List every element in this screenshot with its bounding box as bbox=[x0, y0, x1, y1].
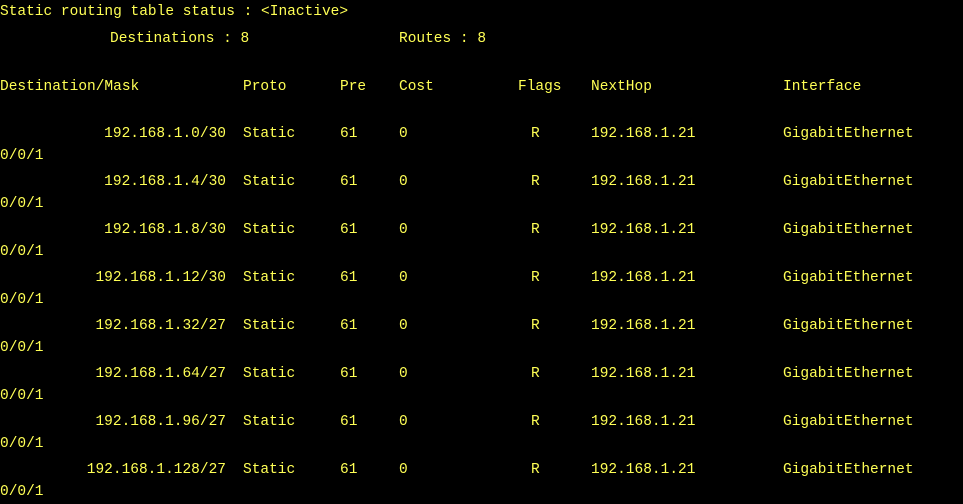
route-flags: R bbox=[531, 222, 540, 238]
route-flags: R bbox=[531, 126, 540, 142]
route-nexthop: 192.168.1.21 bbox=[591, 414, 696, 430]
route-cost: 0 bbox=[399, 126, 408, 142]
route-nexthop: 192.168.1.21 bbox=[591, 318, 696, 334]
route-flags: R bbox=[531, 174, 540, 190]
route-destination: 192.168.1.0/30 bbox=[104, 126, 226, 142]
header-cost: Cost bbox=[399, 79, 434, 95]
route-interface-port: 0/0/1 bbox=[0, 436, 44, 452]
route-cost: 0 bbox=[399, 318, 408, 334]
route-destination: 192.168.1.64/27 bbox=[95, 366, 226, 382]
route-interface-port: 0/0/1 bbox=[0, 292, 44, 308]
route-pre: 61 bbox=[340, 174, 358, 190]
route-nexthop: 192.168.1.21 bbox=[591, 462, 696, 478]
route-destination: 192.168.1.8/30 bbox=[104, 222, 226, 238]
route-interface: GigabitEthernet bbox=[783, 366, 914, 382]
route-pre: 61 bbox=[340, 270, 358, 286]
route-cost: 0 bbox=[399, 270, 408, 286]
route-flags: R bbox=[531, 414, 540, 430]
route-nexthop: 192.168.1.21 bbox=[591, 126, 696, 142]
route-nexthop: 192.168.1.21 bbox=[591, 174, 696, 190]
status-text: Static routing table status : <Inactive> bbox=[0, 4, 349, 20]
status-line: Static routing table status : <Inactive> bbox=[0, 0, 348, 24]
route-flags: R bbox=[531, 462, 540, 478]
destinations-count: Destinations : 8 bbox=[110, 31, 250, 47]
route-pre: 61 bbox=[340, 414, 358, 430]
header-interface: Interface bbox=[783, 79, 862, 95]
route-interface-port: 0/0/1 bbox=[0, 340, 44, 356]
route-nexthop: 192.168.1.21 bbox=[591, 270, 696, 286]
header-nexthop: NextHop bbox=[591, 79, 652, 95]
route-proto: Static bbox=[243, 126, 296, 142]
route-interface: GigabitEthernet bbox=[783, 174, 914, 190]
route-destination: 192.168.1.128/27 bbox=[86, 462, 226, 478]
route-interface-port: 0/0/1 bbox=[0, 244, 44, 260]
header-pre: Pre bbox=[340, 79, 367, 95]
route-flags: R bbox=[531, 366, 540, 382]
route-proto: Static bbox=[243, 414, 296, 430]
header-flags: Flags bbox=[518, 79, 562, 95]
route-interface: GigabitEthernet bbox=[783, 462, 914, 478]
routes-count: Routes : 8 bbox=[399, 31, 487, 47]
route-nexthop: 192.168.1.21 bbox=[591, 366, 696, 382]
route-pre: 61 bbox=[340, 222, 358, 238]
route-proto: Static bbox=[243, 174, 296, 190]
route-nexthop: 192.168.1.21 bbox=[591, 222, 696, 238]
route-pre: 61 bbox=[340, 318, 358, 334]
route-proto: Static bbox=[243, 222, 296, 238]
route-pre: 61 bbox=[340, 462, 358, 478]
route-interface: GigabitEthernet bbox=[783, 126, 914, 142]
route-cost: 0 bbox=[399, 462, 408, 478]
route-destination: 192.168.1.96/27 bbox=[95, 414, 226, 430]
header-proto: Proto bbox=[243, 79, 287, 95]
route-interface-port: 0/0/1 bbox=[0, 148, 44, 164]
route-interface-port: 0/0/1 bbox=[0, 484, 44, 500]
route-cost: 0 bbox=[399, 174, 408, 190]
route-destination: 192.168.1.12/30 bbox=[95, 270, 226, 286]
route-interface: GigabitEthernet bbox=[783, 270, 914, 286]
route-interface-port: 0/0/1 bbox=[0, 388, 44, 404]
table-header: Destination/Mask Proto Pre Cost Flags Ne… bbox=[0, 75, 861, 99]
route-proto: Static bbox=[243, 366, 296, 382]
route-cost: 0 bbox=[399, 366, 408, 382]
route-destination: 192.168.1.4/30 bbox=[104, 174, 226, 190]
route-proto: Static bbox=[243, 462, 296, 478]
route-interface: GigabitEthernet bbox=[783, 318, 914, 334]
route-proto: Static bbox=[243, 270, 296, 286]
route-pre: 61 bbox=[340, 126, 358, 142]
route-pre: 61 bbox=[340, 366, 358, 382]
route-cost: 0 bbox=[399, 222, 408, 238]
route-flags: R bbox=[531, 270, 540, 286]
route-destination: 192.168.1.32/27 bbox=[95, 318, 226, 334]
terminal-output: Static routing table status : <Inactive>… bbox=[0, 0, 963, 501]
summary-line: Destinations : 8 Routes : 8 bbox=[0, 27, 486, 51]
route-interface: GigabitEthernet bbox=[783, 414, 914, 430]
route-interface-port: 0/0/1 bbox=[0, 196, 44, 212]
route-flags: R bbox=[531, 318, 540, 334]
route-interface: GigabitEthernet bbox=[783, 222, 914, 238]
route-cost: 0 bbox=[399, 414, 408, 430]
header-destination: Destination/Mask bbox=[0, 79, 140, 95]
route-proto: Static bbox=[243, 318, 296, 334]
